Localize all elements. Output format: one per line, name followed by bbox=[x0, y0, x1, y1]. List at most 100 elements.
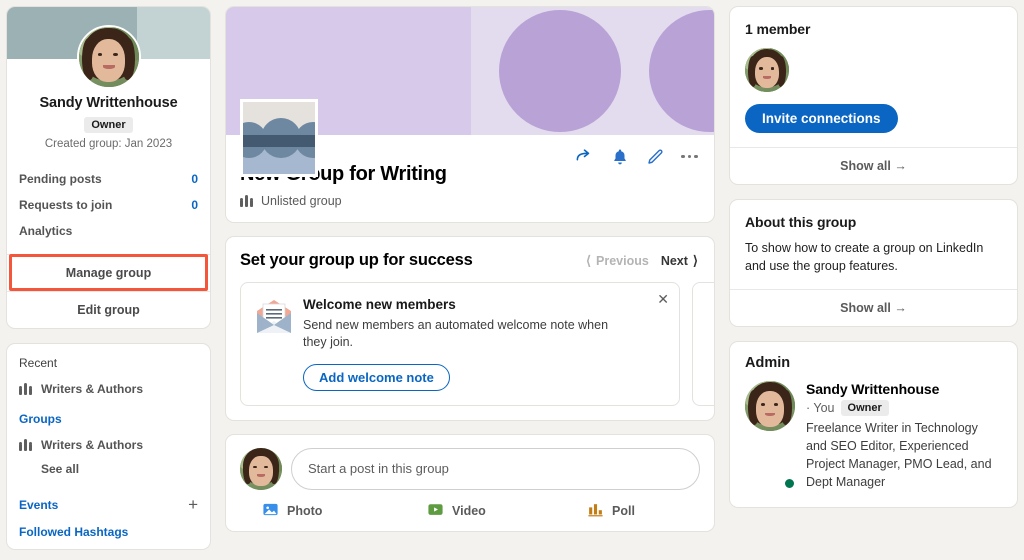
poll-label: Poll bbox=[612, 503, 635, 518]
stat-requests-to-join[interactable]: Requests to join 0 bbox=[19, 192, 198, 218]
arrow-right-icon: → bbox=[894, 159, 907, 173]
admin-person: Sandy Writtenhouse · You Owner Freelance… bbox=[745, 381, 1002, 491]
about-group-card: About this group To show how to create a… bbox=[729, 199, 1018, 328]
stat-value: 0 bbox=[191, 198, 198, 212]
next-label: Next bbox=[660, 253, 688, 268]
owner-badge: Owner bbox=[84, 117, 133, 133]
show-all-label: Show all bbox=[840, 159, 891, 173]
edit-group-button[interactable]: Edit group bbox=[7, 291, 210, 328]
events-row: Events + bbox=[19, 496, 198, 513]
poll-option[interactable]: Poll bbox=[587, 501, 635, 521]
admin-avatar-wrapper bbox=[745, 381, 796, 491]
stat-label: Analytics bbox=[19, 224, 73, 238]
profile-card: Sandy Writtenhouse Owner Created group: … bbox=[6, 6, 211, 329]
group-action-icons bbox=[575, 147, 698, 166]
nav-item-label: Writers & Authors bbox=[41, 438, 144, 452]
admin-card: Admin Sandy Writtenhouse · You Owner Fre… bbox=[729, 341, 1018, 509]
groups-item-writers-authors[interactable]: Writers & Authors bbox=[18, 435, 198, 459]
followed-hashtags-link[interactable]: Followed Hashtags bbox=[19, 525, 198, 539]
tip-description: Send new members an automated welcome no… bbox=[303, 318, 609, 350]
next-button[interactable]: Next ⟩ bbox=[661, 253, 698, 269]
photo-option[interactable]: Photo bbox=[262, 501, 427, 521]
left-sidebar: Sandy Writtenhouse Owner Created group: … bbox=[6, 6, 211, 560]
stats-list: Pending posts 0 Requests to join 0 Analy… bbox=[7, 162, 210, 254]
admin-body: Admin Sandy Writtenhouse · You Owner Fre… bbox=[730, 342, 1017, 507]
about-title: About this group bbox=[745, 214, 857, 230]
events-link[interactable]: Events bbox=[19, 498, 58, 512]
envelope-icon bbox=[251, 295, 297, 391]
recent-item-writers-authors[interactable]: Writers & Authors bbox=[18, 379, 198, 403]
avatar[interactable] bbox=[240, 447, 282, 490]
admin-role-row: · You Owner bbox=[806, 400, 1002, 417]
members-body: 1 member Invite connections bbox=[730, 7, 1017, 147]
setup-title: Set your group up for success bbox=[240, 251, 473, 269]
more-options-icon[interactable] bbox=[681, 154, 698, 159]
setup-success-card: Set your group up for success ⟨ Previous… bbox=[225, 236, 715, 421]
composer-top-row: Start a post in this group bbox=[240, 447, 700, 490]
previous-label: Previous bbox=[596, 253, 649, 268]
group-header-card: New Group for Writing Unlisted group bbox=[225, 6, 715, 223]
manage-group-button[interactable]: Manage group bbox=[7, 254, 210, 291]
stat-label: Requests to join bbox=[19, 198, 113, 212]
start-post-input[interactable]: Start a post in this group bbox=[291, 447, 700, 490]
setup-header: Set your group up for success ⟨ Previous… bbox=[240, 251, 714, 270]
video-option[interactable]: Video bbox=[427, 501, 587, 521]
stat-label: Pending posts bbox=[19, 172, 102, 186]
navigation-card: Recent Writers & Authors Groups Writers … bbox=[6, 343, 211, 550]
avatar[interactable] bbox=[745, 381, 795, 432]
photo-label: Photo bbox=[287, 503, 323, 518]
bell-icon[interactable] bbox=[611, 148, 629, 166]
nav-item-label: Writers & Authors bbox=[41, 382, 144, 396]
you-label: · You bbox=[806, 401, 835, 416]
share-icon[interactable] bbox=[575, 147, 594, 166]
close-icon[interactable]: ✕ bbox=[657, 292, 669, 306]
groups-header[interactable]: Groups bbox=[19, 412, 198, 426]
chevron-right-icon: ⟩ bbox=[692, 252, 698, 268]
group-icon bbox=[18, 439, 33, 451]
avatar[interactable] bbox=[76, 25, 141, 89]
plus-icon[interactable]: + bbox=[188, 496, 198, 513]
tip-card-next-partial[interactable] bbox=[692, 282, 714, 406]
tip-text: Welcome new members Send new members an … bbox=[303, 295, 621, 391]
avatar[interactable] bbox=[745, 48, 789, 92]
members-show-all-link[interactable]: Show all → bbox=[730, 147, 1017, 184]
add-welcome-note-button[interactable]: Add welcome note bbox=[303, 363, 450, 391]
group-visibility: Unlisted group bbox=[239, 194, 700, 208]
tip-card-welcome-new-members: ✕ Welcome new members Send new members a… bbox=[240, 282, 680, 406]
about-show-all-link[interactable]: Show all → bbox=[730, 289, 1017, 326]
admin-name[interactable]: Sandy Writtenhouse bbox=[806, 381, 1002, 397]
profile-name: Sandy Writtenhouse bbox=[39, 95, 178, 111]
admin-title: Admin bbox=[745, 355, 791, 372]
group-visibility-label: Unlisted group bbox=[261, 194, 342, 208]
tip-carousel: ✕ Welcome new members Send new members a… bbox=[240, 282, 714, 406]
group-logo[interactable] bbox=[240, 99, 318, 177]
invite-connections-button[interactable]: Invite connections bbox=[745, 104, 898, 133]
group-icon bbox=[239, 195, 254, 207]
composer-options: Photo Video Poll bbox=[240, 501, 700, 521]
stat-value: 0 bbox=[191, 172, 198, 186]
created-date: Created group: Jan 2023 bbox=[44, 138, 173, 150]
member-count: 1 member bbox=[745, 21, 811, 37]
owner-badge: Owner bbox=[840, 400, 889, 417]
admin-headline: Freelance Writer in Technology and SEO E… bbox=[806, 421, 992, 489]
admin-details: Sandy Writtenhouse · You Owner Freelance… bbox=[806, 381, 1002, 491]
group-icon bbox=[18, 383, 33, 395]
see-all-groups-link[interactable]: See all bbox=[19, 459, 198, 483]
online-status-indicator bbox=[783, 477, 796, 491]
show-all-label: Show all bbox=[840, 301, 891, 316]
previous-button[interactable]: ⟨ Previous bbox=[586, 253, 649, 269]
arrow-right-icon: → bbox=[894, 301, 907, 316]
stat-pending-posts[interactable]: Pending posts 0 bbox=[19, 166, 198, 192]
about-description: To show how to create a group on LinkedI… bbox=[745, 241, 984, 274]
members-card: 1 member Invite connections Show all → bbox=[729, 6, 1018, 185]
carousel-nav: ⟨ Previous Next ⟩ bbox=[586, 253, 698, 269]
main-content: New Group for Writing Unlisted group Set… bbox=[225, 6, 715, 560]
post-composer-card: Start a post in this group Photo Video P… bbox=[225, 433, 715, 532]
manage-group-wrapper: Manage group bbox=[7, 254, 210, 291]
tip-title: Welcome new members bbox=[303, 297, 456, 312]
video-icon bbox=[427, 501, 444, 521]
about-body: About this group To show how to create a… bbox=[730, 200, 1017, 289]
linkedin-group-page: Sandy Writtenhouse Owner Created group: … bbox=[0, 0, 1024, 560]
stat-analytics[interactable]: Analytics bbox=[19, 218, 198, 244]
edit-pencil-icon[interactable] bbox=[646, 148, 664, 166]
